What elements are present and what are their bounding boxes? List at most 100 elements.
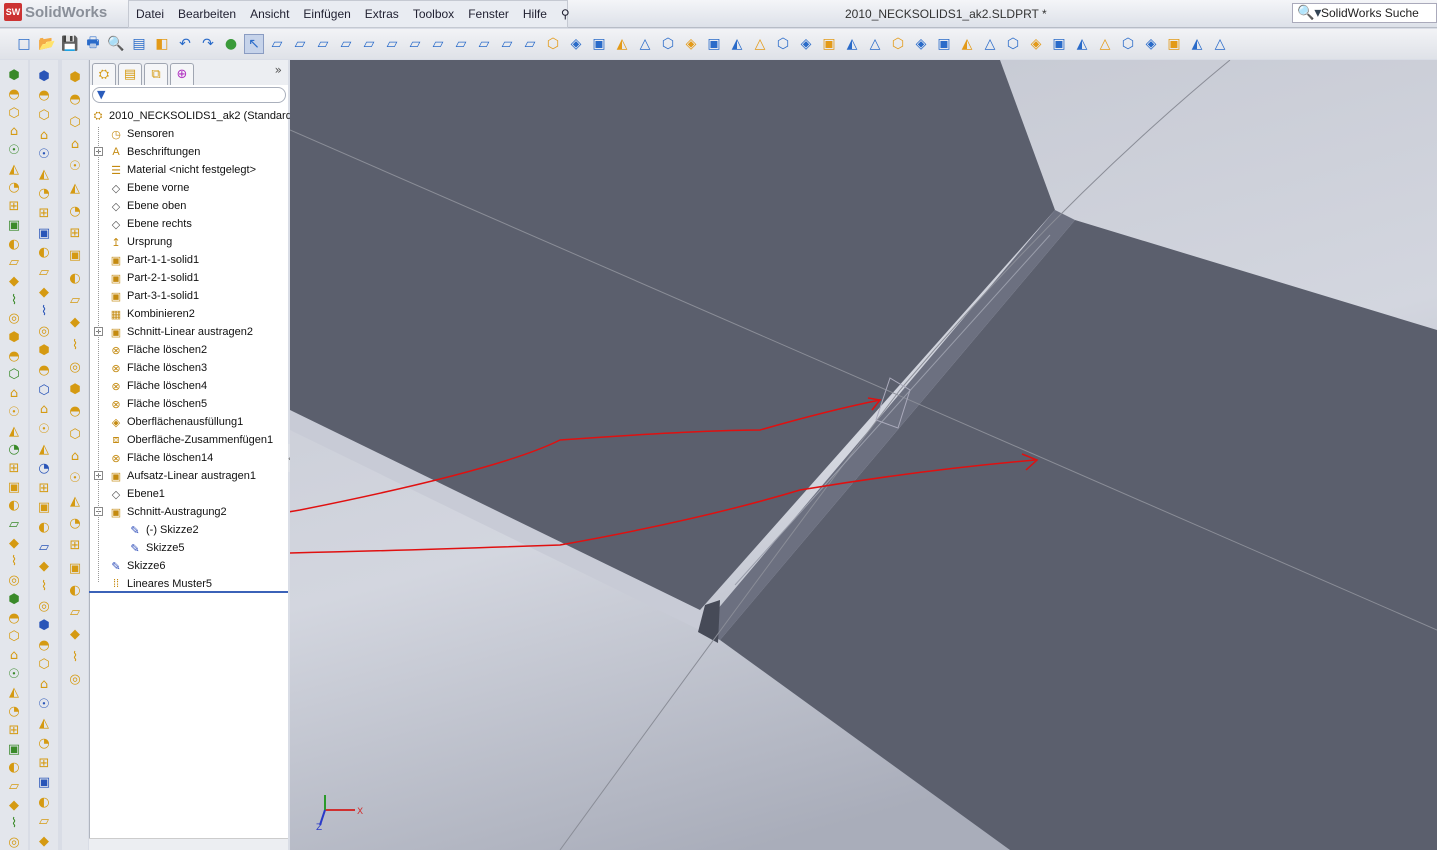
command-icon[interactable]: ◭ [35, 441, 53, 457]
view-orientation-icon[interactable]: ▱ [428, 34, 448, 54]
tab-feature-manager[interactable]: ⛭ [92, 63, 116, 85]
rebuild-icon[interactable]: ● [221, 34, 241, 54]
command-icon[interactable]: ◔ [35, 186, 53, 202]
command-icon[interactable]: ◔ [66, 514, 84, 533]
command-icon[interactable]: ⌇ [5, 292, 23, 308]
command-icon[interactable]: ☉ [35, 421, 53, 437]
tree-horizontal-scrollbar[interactable] [89, 838, 288, 850]
view-orientation-icon[interactable]: ▱ [497, 34, 517, 54]
command-icon[interactable]: ◓ [5, 349, 23, 364]
tree-item[interactable]: ◷ Sensoren [108, 125, 174, 143]
view-tool-icon[interactable]: ◈ [911, 34, 931, 54]
tab-dimxpert-manager[interactable]: ⊕ [170, 63, 194, 85]
command-icon[interactable]: ⌂ [5, 386, 23, 401]
command-icon[interactable]: ◐ [5, 498, 23, 513]
command-icon[interactable]: ▣ [66, 559, 84, 578]
view-tool-icon[interactable]: ◭ [727, 34, 747, 54]
command-icon[interactable]: ⊞ [35, 205, 53, 221]
view-tool-icon[interactable]: ⬡ [888, 34, 908, 54]
command-icon[interactable]: ☉ [66, 469, 84, 488]
command-icon[interactable]: ⬢ [66, 380, 84, 399]
view-tool-icon[interactable]: ◈ [796, 34, 816, 54]
command-icon[interactable]: ⌇ [35, 578, 53, 594]
command-icon[interactable]: ◎ [5, 311, 23, 326]
view-tool-icon[interactable]: ⬡ [773, 34, 793, 54]
view-tool-icon[interactable]: ⬡ [1118, 34, 1138, 54]
command-icon[interactable]: ☉ [5, 405, 23, 420]
command-icon[interactable]: ⌇ [5, 816, 23, 831]
redo-icon[interactable]: ↷ [198, 34, 218, 54]
menu-einfügen[interactable]: Einfügen [296, 7, 357, 21]
command-icon[interactable]: ⬢ [5, 592, 23, 607]
rollback-bar[interactable] [89, 591, 288, 593]
open-icon[interactable]: 📂 [37, 34, 57, 54]
command-icon[interactable]: ▣ [5, 741, 23, 757]
tab-property-manager[interactable]: ▤ [118, 63, 142, 85]
command-icon[interactable]: ⬢ [66, 68, 84, 87]
tree-item[interactable]: ⊗ Fläche löschen4 [108, 377, 207, 395]
command-icon[interactable]: ◎ [35, 323, 53, 339]
command-icon[interactable]: ◆ [66, 313, 84, 332]
command-icon[interactable]: ▱ [5, 517, 23, 532]
view-tool-icon[interactable]: △ [750, 34, 770, 54]
command-icon[interactable]: ◆ [66, 625, 84, 644]
command-icon[interactable]: ◐ [5, 236, 23, 252]
command-icon[interactable]: ▱ [35, 539, 53, 555]
view-tool-icon[interactable]: ▣ [819, 34, 839, 54]
view-tool-icon[interactable]: ⬡ [658, 34, 678, 54]
tree-item[interactable]: ◇ Ebene rechts [108, 215, 192, 233]
command-icon[interactable]: ▱ [35, 814, 53, 830]
view-tool-icon[interactable]: ◈ [566, 34, 586, 54]
view-orientation-icon[interactable]: ▱ [451, 34, 471, 54]
command-icon[interactable]: ⬡ [5, 105, 23, 121]
command-icon[interactable]: ◭ [5, 423, 23, 439]
command-icon[interactable]: ◐ [5, 760, 23, 775]
command-icon[interactable]: ◐ [66, 581, 84, 600]
command-icon[interactable]: ⬢ [35, 343, 53, 359]
command-icon[interactable]: ⬡ [5, 367, 23, 382]
command-icon[interactable]: ▣ [35, 500, 53, 516]
command-icon[interactable]: ◭ [35, 166, 53, 182]
command-icon[interactable]: ◐ [35, 245, 53, 261]
menu-hilfe[interactable]: Hilfe [516, 7, 554, 21]
command-icon[interactable]: ◓ [5, 87, 23, 102]
command-icon[interactable]: ⌇ [66, 336, 84, 355]
tree-item[interactable]: ◇ Ebene vorne [108, 179, 190, 197]
tree-item[interactable]: ⊗ Fläche löschen5 [108, 395, 207, 413]
command-icon[interactable]: ◆ [5, 797, 23, 813]
command-icon[interactable]: ⬢ [5, 68, 23, 83]
tree-item[interactable]: ▣ Aufsatz-Linear austragen1 [108, 467, 256, 485]
save-icon[interactable]: 💾 [60, 34, 80, 54]
command-icon[interactable]: ⌂ [66, 447, 84, 466]
command-icon[interactable]: ⊞ [5, 723, 23, 738]
menu-datei[interactable]: Datei [129, 7, 171, 21]
command-icon[interactable]: ◎ [35, 598, 53, 614]
command-icon[interactable]: ◐ [35, 794, 53, 810]
command-icon[interactable]: ▣ [5, 479, 23, 495]
command-icon[interactable]: ◓ [66, 90, 84, 109]
command-icon[interactable]: ◔ [5, 442, 23, 457]
command-icon[interactable]: ⌇ [66, 648, 84, 667]
command-icon[interactable]: ◭ [5, 685, 23, 700]
command-icon[interactable]: ▣ [66, 246, 84, 265]
command-icon[interactable]: ◆ [35, 833, 53, 849]
tree-item[interactable]: ✎ Skizze5 [127, 539, 184, 557]
view-orientation-icon[interactable]: ▱ [359, 34, 379, 54]
view-tool-icon[interactable]: ▣ [704, 34, 724, 54]
command-icon[interactable]: ◔ [35, 735, 53, 751]
view-tool-icon[interactable]: △ [1095, 34, 1115, 54]
command-icon[interactable]: ⬡ [66, 425, 84, 444]
view-tool-icon[interactable]: ◭ [1072, 34, 1092, 54]
tree-item[interactable]: ▣ Schnitt-Linear austragen2 [108, 323, 253, 341]
tree-item[interactable]: ✎ Skizze6 [108, 557, 165, 575]
search-input[interactable]: 🔍▾ SolidWorks Suche [1292, 3, 1437, 23]
command-icon[interactable]: ▱ [35, 264, 53, 280]
command-icon[interactable]: ◭ [35, 716, 53, 732]
view-orientation-icon[interactable]: ▱ [520, 34, 540, 54]
command-icon[interactable]: ⌂ [35, 402, 53, 418]
command-icon[interactable]: ◓ [66, 402, 84, 421]
command-icon[interactable]: ▱ [5, 779, 23, 794]
view-tool-icon[interactable]: ◈ [681, 34, 701, 54]
view-tool-icon[interactable]: ◭ [842, 34, 862, 54]
view-tool-icon[interactable]: ▣ [934, 34, 954, 54]
